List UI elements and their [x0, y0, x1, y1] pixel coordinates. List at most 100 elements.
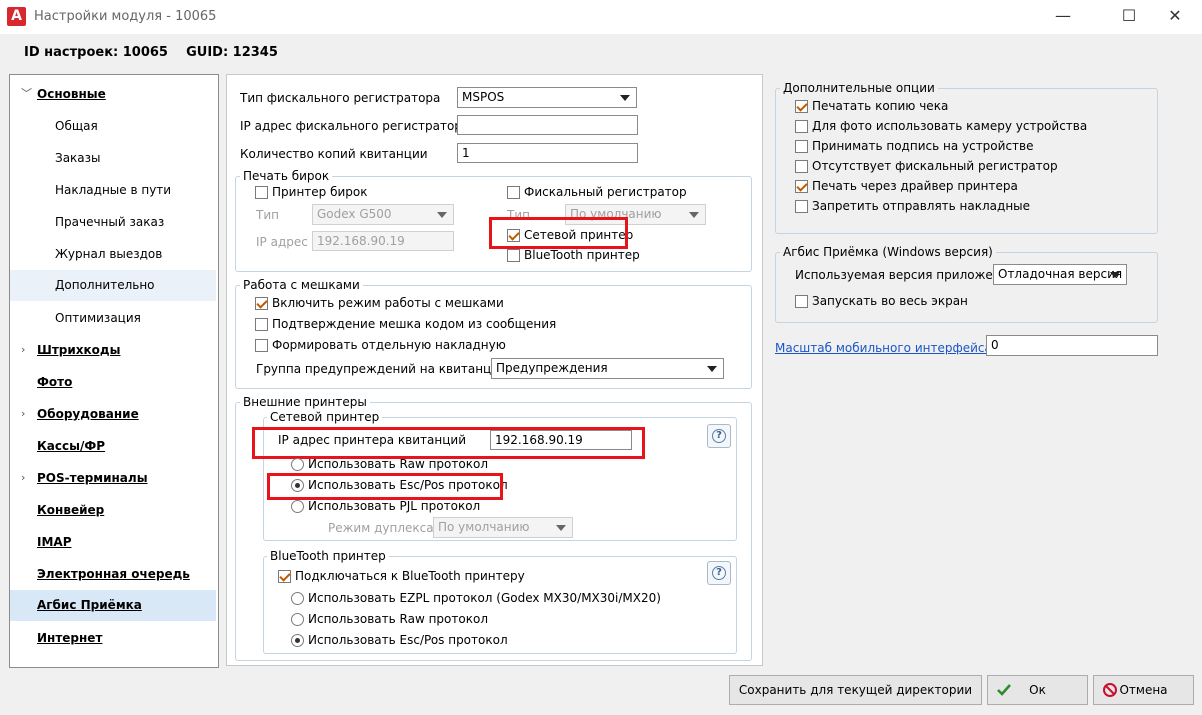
bluetooth-printer-title: BlueTooth принтер [267, 549, 389, 563]
copies-label: Количество копий квитанции [240, 147, 428, 161]
nav-item-label: Интернет [37, 631, 103, 645]
nav-item-ochered[interactable]: Электронная очередь [10, 560, 216, 588]
tag-printer-checkbox[interactable] [255, 186, 268, 199]
bluetooth-tag-label: BlueTooth принтер [524, 248, 640, 262]
nav-item-label: Кассы/ФР [37, 439, 106, 453]
nav-item-label: Штрихкоды [37, 343, 121, 357]
fiscal-reg-checkbox[interactable] [507, 186, 520, 199]
nav-item-dopolnitelno[interactable]: Дополнительно [10, 270, 216, 301]
bluetooth-tag-checkbox[interactable] [507, 249, 520, 262]
nav-item-label: Электронная очередь [37, 567, 190, 581]
print-via-driver-label: Печать через драйвер принтера [812, 179, 1018, 193]
nav-item-internet[interactable]: Интернет [10, 624, 216, 652]
no-fiscal-reg-checkbox[interactable] [795, 160, 808, 173]
accept-signature-checkbox[interactable] [795, 140, 808, 153]
nav-item-shtrihkody[interactable]: › Штрихкоды [10, 336, 216, 364]
nav-item-zakazy[interactable]: Заказы [10, 144, 216, 172]
nav-item-label: Фото [37, 375, 73, 389]
tag-type-select[interactable]: Godex G500 [312, 204, 454, 225]
net-raw-radio[interactable] [291, 458, 304, 471]
ok-label: Ок [1029, 683, 1046, 697]
maximize-button[interactable]: ☐ [1106, 0, 1152, 32]
nav-item-agbis-priemka[interactable]: Агбис Приёмка [10, 590, 216, 621]
help-icon: ? [712, 566, 726, 580]
bags-enable-checkbox[interactable] [255, 297, 268, 310]
mobile-scale-input[interactable]: 0 [986, 335, 1158, 356]
cancel-button[interactable]: Отмена [1093, 675, 1194, 705]
nav-item-label: Основные [37, 87, 106, 101]
highlight-box [252, 427, 645, 459]
fullscreen-checkbox[interactable] [795, 295, 808, 308]
net-pjl-radio[interactable] [291, 500, 304, 513]
bt-connect-label: Подключаться к BlueTooth принтеру [295, 569, 525, 583]
use-device-camera-label: Для фото использовать камеру устройства [812, 119, 1088, 133]
nav-item-oborudovanie[interactable]: › Оборудование [10, 400, 216, 428]
ok-button[interactable]: Ок [987, 675, 1088, 705]
network-printer-title: Сетевой принтер [267, 410, 383, 424]
app-logo-icon: A [7, 7, 26, 26]
nav-item-pos-terminaly[interactable]: › POS-терминалы [10, 464, 216, 492]
bags-separate-checkbox[interactable] [255, 339, 268, 352]
chevron-right-icon: › [21, 407, 26, 420]
chevron-right-icon: › [21, 471, 26, 484]
nav-item-label: Заказы [55, 151, 101, 165]
close-button[interactable]: ✕ [1152, 0, 1198, 32]
dropdown-arrow-icon [1110, 272, 1120, 278]
nav-item-label: IMAP [37, 535, 72, 549]
nav-item-label: Накладные в пути [55, 183, 172, 197]
nav-item-obshaya[interactable]: Общая [10, 112, 216, 140]
bags-confirm-checkbox[interactable] [255, 318, 268, 331]
settings-id: ID настроек: 10065 [24, 45, 168, 60]
duplex-select[interactable]: По умолчанию [433, 517, 573, 538]
fiscal-type-select[interactable]: MSPOS [457, 87, 637, 108]
main-settings-panel: Тип фискального регистратора MSPOS IP ад… [226, 74, 763, 666]
mobile-scale-link[interactable]: Масштаб мобильного интерфейса [775, 341, 992, 355]
no-fiscal-reg-label: Отсутствует фискальный регистратор [812, 159, 1058, 173]
nav-item-zhurnal[interactable]: Журнал выездов [10, 240, 216, 268]
nav-item-label: Прачечный заказ [55, 215, 165, 229]
warn-group-value: Предупреждения [496, 361, 608, 375]
bt-raw-label: Использовать Raw протокол [308, 612, 488, 626]
tag-ip-label: IP адрес [256, 235, 308, 249]
help-button[interactable]: ? [707, 561, 731, 585]
fullscreen-label: Запускать во весь экран [812, 294, 968, 308]
tag-ip-input[interactable]: 192.168.90.19 [312, 231, 454, 251]
nav-item-label: Конвейер [37, 503, 105, 517]
nav-item-label: POS-терминалы [37, 471, 148, 485]
warn-group-select[interactable]: Предупреждения [491, 358, 724, 379]
dropdown-arrow-icon [437, 212, 447, 218]
minimize-button[interactable]: — [1040, 0, 1086, 32]
print-receipt-copy-checkbox[interactable] [795, 100, 808, 113]
duplex-value: По умолчанию [438, 520, 530, 534]
agbis-title: Агбис Приёмка (Windows версия) [780, 245, 996, 259]
window-title: Настройки модуля - 10065 [34, 9, 217, 24]
nav-item-osnovnye[interactable]: ﹀ Основные [10, 80, 216, 108]
save-directory-button[interactable]: Сохранить для текущей директории [729, 675, 982, 705]
duplex-label: Режим дуплекса [328, 521, 434, 535]
nav-item-kassy[interactable]: Кассы/ФР [10, 432, 216, 460]
bags-enable-label: Включить режим работы с мешками [272, 296, 504, 310]
bt-raw-radio[interactable] [291, 613, 304, 626]
nav-item-nakladnye[interactable]: Накладные в пути [10, 176, 216, 204]
help-button[interactable]: ? [707, 424, 731, 448]
fiscal-ip-input[interactable] [457, 115, 638, 135]
app-version-select[interactable]: Отладочная версия [993, 264, 1127, 285]
nav-item-foto[interactable]: Фото [10, 368, 216, 396]
forbid-send-invoices-checkbox[interactable] [795, 200, 808, 213]
nav-item-label: Оптимизация [55, 311, 141, 325]
net-pjl-label: Использовать PJL протокол [308, 499, 481, 513]
nav-item-optimizaciya[interactable]: Оптимизация [10, 304, 216, 332]
nav-item-imap[interactable]: IMAP [10, 528, 216, 556]
nav-item-konveyer[interactable]: Конвейер [10, 496, 216, 524]
check-icon [997, 684, 1011, 696]
nav-item-prachechny[interactable]: Прачечный заказ [10, 208, 216, 236]
use-device-camera-checkbox[interactable] [795, 120, 808, 133]
cancel-label: Отмена [1119, 683, 1168, 697]
bt-escpos-radio[interactable] [291, 634, 304, 647]
copies-input[interactable]: 1 [457, 143, 638, 163]
bt-connect-checkbox[interactable] [278, 570, 291, 583]
bt-ezpl-radio[interactable] [291, 592, 304, 605]
print-via-driver-checkbox[interactable] [795, 180, 808, 193]
net-raw-label: Использовать Raw протокол [308, 457, 488, 471]
tag-print-title: Печать бирок [240, 169, 333, 183]
